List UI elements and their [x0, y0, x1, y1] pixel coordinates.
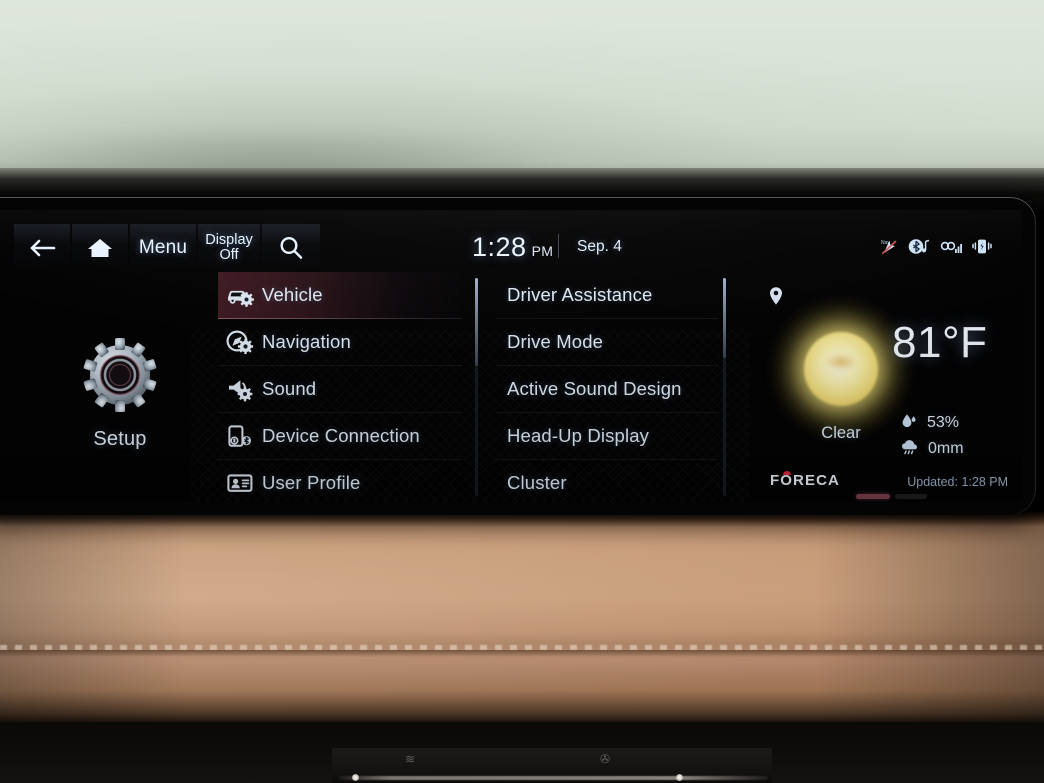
submenu-item-label: Active Sound Design: [507, 378, 682, 399]
submenu-item-active-sound-design[interactable]: Active Sound Design: [496, 366, 718, 413]
menu-item-label: Sound: [262, 378, 317, 399]
phone-bluetooth-icon: [218, 423, 262, 449]
menu-item-navigation[interactable]: Navigation: [218, 319, 462, 366]
provider-letter-f: F: [770, 472, 781, 489]
provider-letter-o: O: [780, 472, 794, 489]
search-icon: [278, 235, 304, 261]
submenu-item-head-up-display[interactable]: Head-Up Display: [496, 413, 718, 460]
setup-title: Setup: [93, 428, 147, 450]
weather-widget[interactable]: Clear 81°F 53% 0mm FORECA Updated: 1:28 …: [752, 272, 1022, 502]
weather-provider-logo: FORECA: [770, 472, 840, 489]
weather-page-bar-active[interactable]: [856, 494, 890, 499]
windshield-background: [0, 0, 1044, 176]
id-card-icon: [218, 471, 262, 495]
infotainment-display: Menu Display Off 1:28 PM Sep. 4 Nav Setu…: [0, 197, 1036, 515]
menu-item-vehicle[interactable]: Vehicle: [218, 272, 462, 319]
status-icon-group: Nav: [881, 238, 992, 260]
display-off-line2: Off: [219, 247, 239, 263]
primary-list-scrollbar[interactable]: [475, 278, 478, 496]
submenu-item-label: Drive Mode: [507, 331, 604, 352]
console-indicator-left: [352, 774, 359, 781]
weather-temperature: 81°F: [892, 318, 988, 367]
console-indicator-right: [676, 774, 683, 781]
display-off-line1: Display: [205, 232, 253, 248]
humidity-value: 53%: [927, 414, 960, 431]
connectivity-signal-icon: [940, 239, 962, 260]
submenu-item-label: Cluster: [507, 472, 567, 493]
topbar-divider: [558, 234, 559, 258]
car-gear-icon: [218, 283, 262, 307]
console-glyph-left: ≋: [405, 752, 416, 766]
nav-disabled-icon: Nav: [881, 238, 898, 260]
device-vibrate-icon: [972, 238, 992, 260]
sun-core-highlight: [826, 354, 856, 370]
menu-item-sound[interactable]: Sound: [218, 366, 462, 413]
secondary-menu-list: Driver Assistance Drive Mode Active Soun…: [496, 272, 718, 502]
status-bar: Menu Display Off 1:28 PM Sep. 4 Nav: [0, 210, 1022, 272]
weather-page-bar-inactive[interactable]: [895, 494, 927, 499]
date-label: Sep. 4: [577, 238, 622, 255]
clock: 1:28 PM: [472, 232, 553, 263]
compass-gear-icon: [218, 329, 262, 355]
menu-item-user-profile[interactable]: User Profile: [218, 460, 462, 502]
setup-header: Setup: [74, 335, 166, 451]
bluetooth-audio-icon: [908, 238, 930, 260]
secondary-list-scrollbar[interactable]: [723, 278, 726, 496]
submenu-item-drive-mode[interactable]: Drive Mode: [496, 319, 718, 366]
precipitation-value: 0mm: [928, 440, 964, 457]
humidity-row: 53%: [900, 410, 964, 436]
clock-time: 1:28: [472, 232, 527, 262]
gear-icon: [80, 338, 160, 419]
weather-metrics: 53% 0mm: [900, 410, 964, 462]
back-button[interactable]: [14, 224, 70, 272]
humidity-droplet-icon: [900, 412, 918, 435]
vehicle-interior-scene: ≋ ✇ Menu Display Off 1:28 PM Sep. 4 Nav …: [0, 0, 1044, 783]
rain-cloud-icon: [900, 438, 919, 461]
provider-letters-reca: RECA: [793, 472, 840, 489]
dashboard-leather-shading: [0, 512, 1044, 724]
console-glyph-right: ✇: [600, 752, 611, 766]
submenu-item-label: Driver Assistance: [507, 284, 653, 305]
console-trim-strip: [338, 776, 768, 780]
back-arrow-icon: [28, 237, 56, 259]
menu-item-label: User Profile: [262, 472, 361, 493]
primary-list-scroll-thumb[interactable]: [475, 278, 478, 366]
clock-ampm: PM: [531, 243, 554, 259]
menu-item-device-connection[interactable]: Device Connection: [218, 413, 462, 460]
menu-item-label: Navigation: [262, 331, 351, 352]
home-icon: [87, 237, 113, 259]
precipitation-row: 0mm: [900, 436, 964, 462]
submenu-item-driver-assistance[interactable]: Driver Assistance: [496, 272, 718, 319]
secondary-list-scroll-thumb[interactable]: [723, 278, 726, 358]
submenu-item-label: Head-Up Display: [507, 425, 650, 446]
home-button[interactable]: [72, 224, 128, 272]
display-screen: Menu Display Off 1:28 PM Sep. 4 Nav Setu…: [0, 210, 1022, 502]
leather-stitching-shadow: [0, 650, 1044, 657]
menu-item-label: Vehicle: [262, 284, 323, 305]
primary-menu-list: Vehicle Navigation Sound Device Connecti…: [218, 272, 462, 502]
display-off-button[interactable]: Display Off: [198, 224, 260, 272]
speaker-gear-icon: [218, 376, 262, 402]
sun-icon: [770, 298, 912, 440]
weather-page-bar[interactable]: [856, 494, 930, 499]
location-pin-icon: [768, 286, 784, 311]
menu-button[interactable]: Menu: [130, 224, 196, 272]
submenu-item-cluster[interactable]: Cluster: [496, 460, 718, 502]
menu-button-label: Menu: [138, 237, 188, 258]
display-off-label: Display Off: [205, 233, 253, 263]
search-button[interactable]: [262, 224, 320, 272]
weather-updated-time: Updated: 1:28 PM: [907, 475, 1008, 489]
menu-item-label: Device Connection: [262, 425, 420, 446]
